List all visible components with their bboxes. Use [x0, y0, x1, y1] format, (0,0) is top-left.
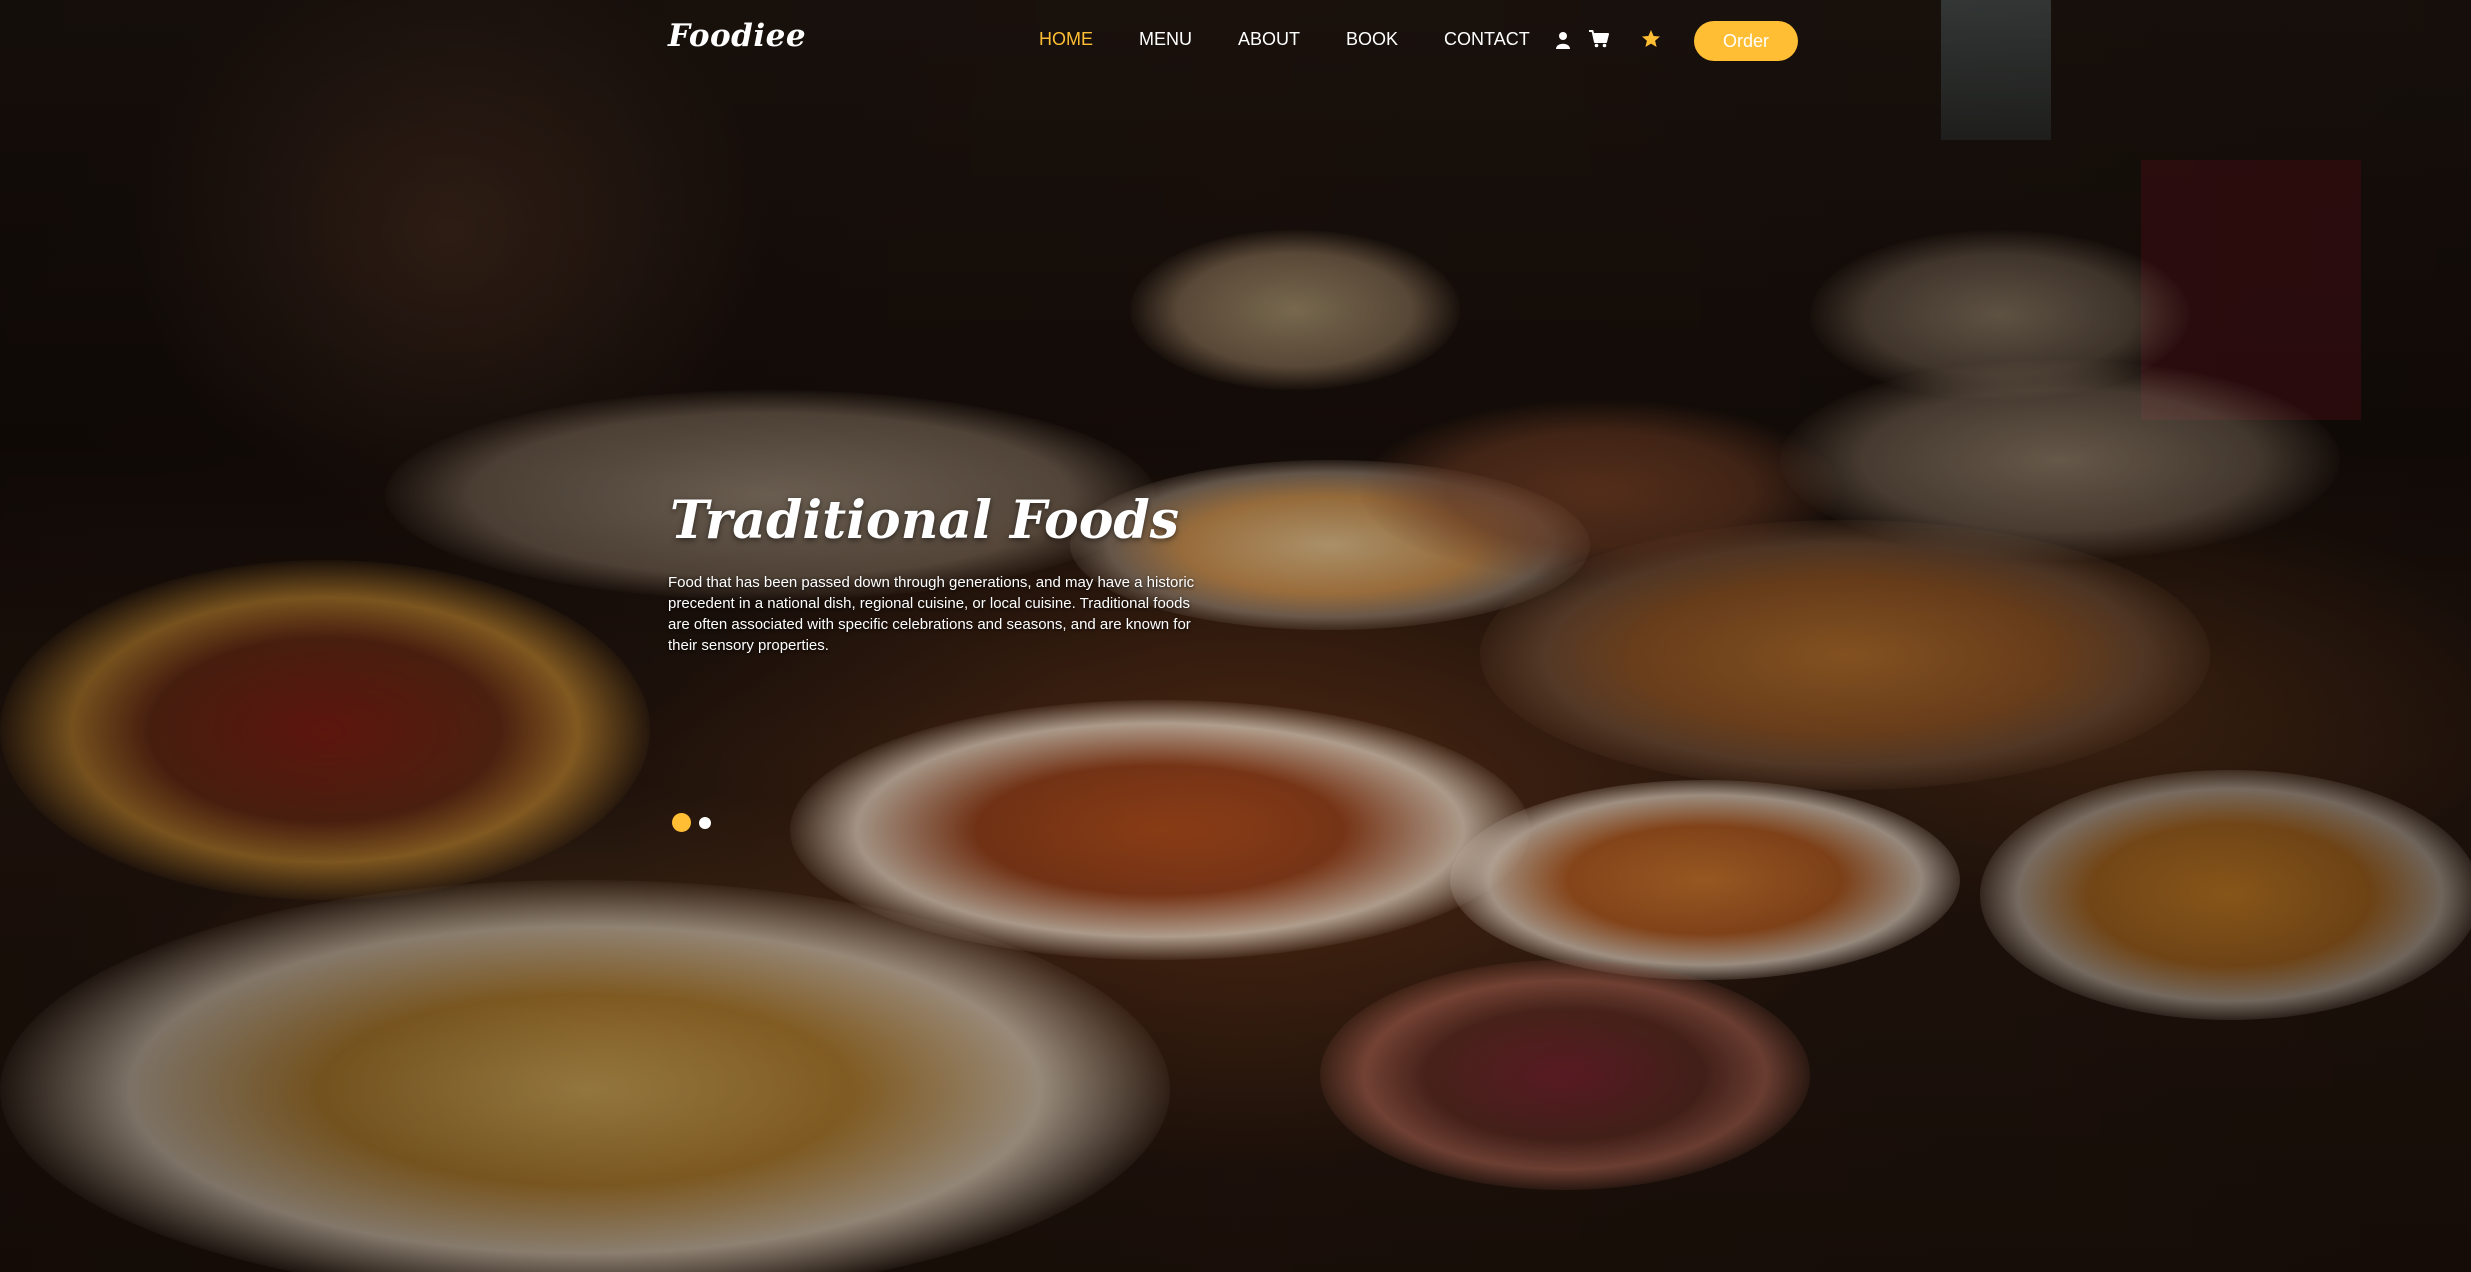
hero-title: Traditional Foods — [670, 490, 1180, 551]
navbar: Foodiee HOME MENU ABOUT BOOK CONTACT Ord… — [0, 0, 2471, 80]
star-icon[interactable] — [1641, 29, 1661, 49]
hero-description: Food that has been passed down through g… — [668, 574, 1195, 654]
nav-link-home[interactable]: HOME — [1039, 29, 1093, 50]
brand-logo[interactable]: Foodiee — [668, 18, 806, 54]
nav-link-menu[interactable]: MENU — [1139, 29, 1192, 50]
nav-link-book[interactable]: BOOK — [1346, 29, 1398, 50]
carousel-dot-1[interactable] — [672, 813, 691, 832]
user-icon[interactable] — [1555, 31, 1571, 49]
order-button[interactable]: Order — [1694, 21, 1798, 61]
cart-icon[interactable] — [1589, 30, 1609, 48]
main-nav: HOME MENU ABOUT BOOK CONTACT — [1039, 29, 1576, 50]
carousel-indicators — [672, 813, 711, 832]
carousel-dot-2[interactable] — [699, 816, 711, 829]
nav-link-contact[interactable]: CONTACT — [1444, 29, 1530, 50]
nav-link-about[interactable]: ABOUT — [1238, 29, 1300, 50]
